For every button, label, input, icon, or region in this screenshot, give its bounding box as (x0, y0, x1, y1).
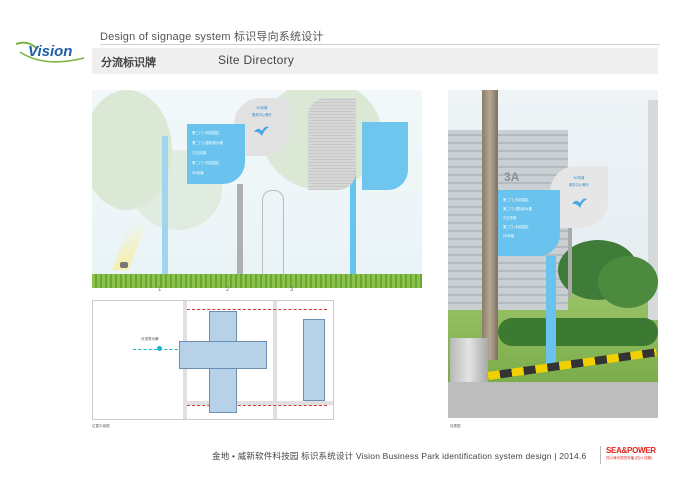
sign-line: 万达传媒 (192, 151, 206, 155)
vision-logo-graphic: Vision (15, 41, 85, 63)
person-silhouette (262, 190, 284, 277)
elevation-marker: 1 (158, 287, 162, 293)
sign-line: 第二门 | 科技园区 (503, 225, 529, 229)
elevation-marker: 3 (290, 287, 294, 293)
sign-pole (546, 256, 556, 366)
brand-subtitle: 四川海光视觉传播 (四川·成都) (606, 456, 653, 460)
title-divider (100, 44, 660, 45)
sign-line: 第二门 | 国际部大楼 (192, 141, 223, 145)
sign-line: 第二门 | 科技园区 (192, 161, 220, 165)
site-photo: 3A 5G传媒 服务中心/餐厅 第二门 | 科技园区 第二门 | 国际部大楼 万… (448, 90, 658, 418)
section-title-cn: 分流标识牌 (101, 57, 156, 69)
sign-pole (237, 184, 243, 276)
bird-sign-line: 5G传媒 (573, 176, 585, 180)
building-footprint (303, 319, 325, 401)
bird-icon (572, 198, 587, 208)
section-header-bar (92, 48, 658, 74)
building-number: 3A (504, 170, 520, 184)
site-plan-map: 分流导示牌 (92, 300, 334, 420)
sign-line: 万达传媒 (503, 216, 517, 220)
palm-tree (598, 256, 658, 308)
route-line (187, 405, 327, 406)
vision-logo: Vision (14, 38, 86, 70)
sign-line: 第二门 | 科技园区 (503, 198, 529, 202)
footer-divider (600, 446, 601, 464)
bird-sign-line: 5G传媒 (256, 106, 268, 110)
ground-light (120, 262, 128, 268)
photo-caption: 效果图 (450, 424, 461, 428)
brand-logo: SEA&POWER (606, 446, 656, 455)
map-caption: 位置平面图 (92, 424, 110, 428)
elevation-drawing: 5G传媒 服务中心/餐厅 第二门 | 科技园区 第二门 | 国际部大楼 万达传媒… (92, 90, 422, 288)
location-marker-icon (157, 346, 162, 351)
textured-sign-board (308, 98, 356, 190)
elevation-marker: 2 (226, 287, 230, 293)
grass-strip (92, 274, 422, 288)
palm-trunk (482, 90, 498, 360)
blue-sign-board (362, 122, 408, 190)
section-title-en: Site Directory (218, 53, 295, 67)
directory-sign-panel: 第二门 | 科技园区 第二门 | 国际部大楼 万达传媒 第二门 | 科技园区 5… (498, 190, 560, 256)
bird-sign-line: 服务中心/餐厅 (568, 183, 589, 187)
map-label: 分流导示牌 (141, 337, 159, 341)
document-title: Design of signage system 标识导向系统设计 (100, 31, 324, 43)
spotlight-beam (112, 210, 152, 270)
footer-text: 金地 • 威新软件科技园 标识系统设计 Vision Business Park… (212, 451, 587, 461)
curb (487, 348, 657, 380)
bird-icon (254, 126, 269, 136)
hedge (498, 318, 658, 346)
road (448, 382, 658, 418)
sign-line: 5G传媒 (503, 234, 514, 238)
building-footprint (179, 341, 267, 369)
route-line (187, 309, 327, 310)
sign-pole (162, 136, 168, 276)
logo-text: Vision (28, 43, 72, 60)
sign-line: 5G传媒 (192, 171, 204, 175)
directory-sign-panel: 第二门 | 科技园区 第二门 | 国际部大楼 万达传媒 第二门 | 科技园区 5… (187, 124, 245, 184)
sign-line: 第二门 | 科技园区 (192, 131, 220, 135)
bird-sign-line: 服务中心/餐厅 (251, 113, 272, 117)
sign-pole (568, 228, 572, 298)
sign-line: 第二门 | 国际部大楼 (503, 207, 533, 211)
